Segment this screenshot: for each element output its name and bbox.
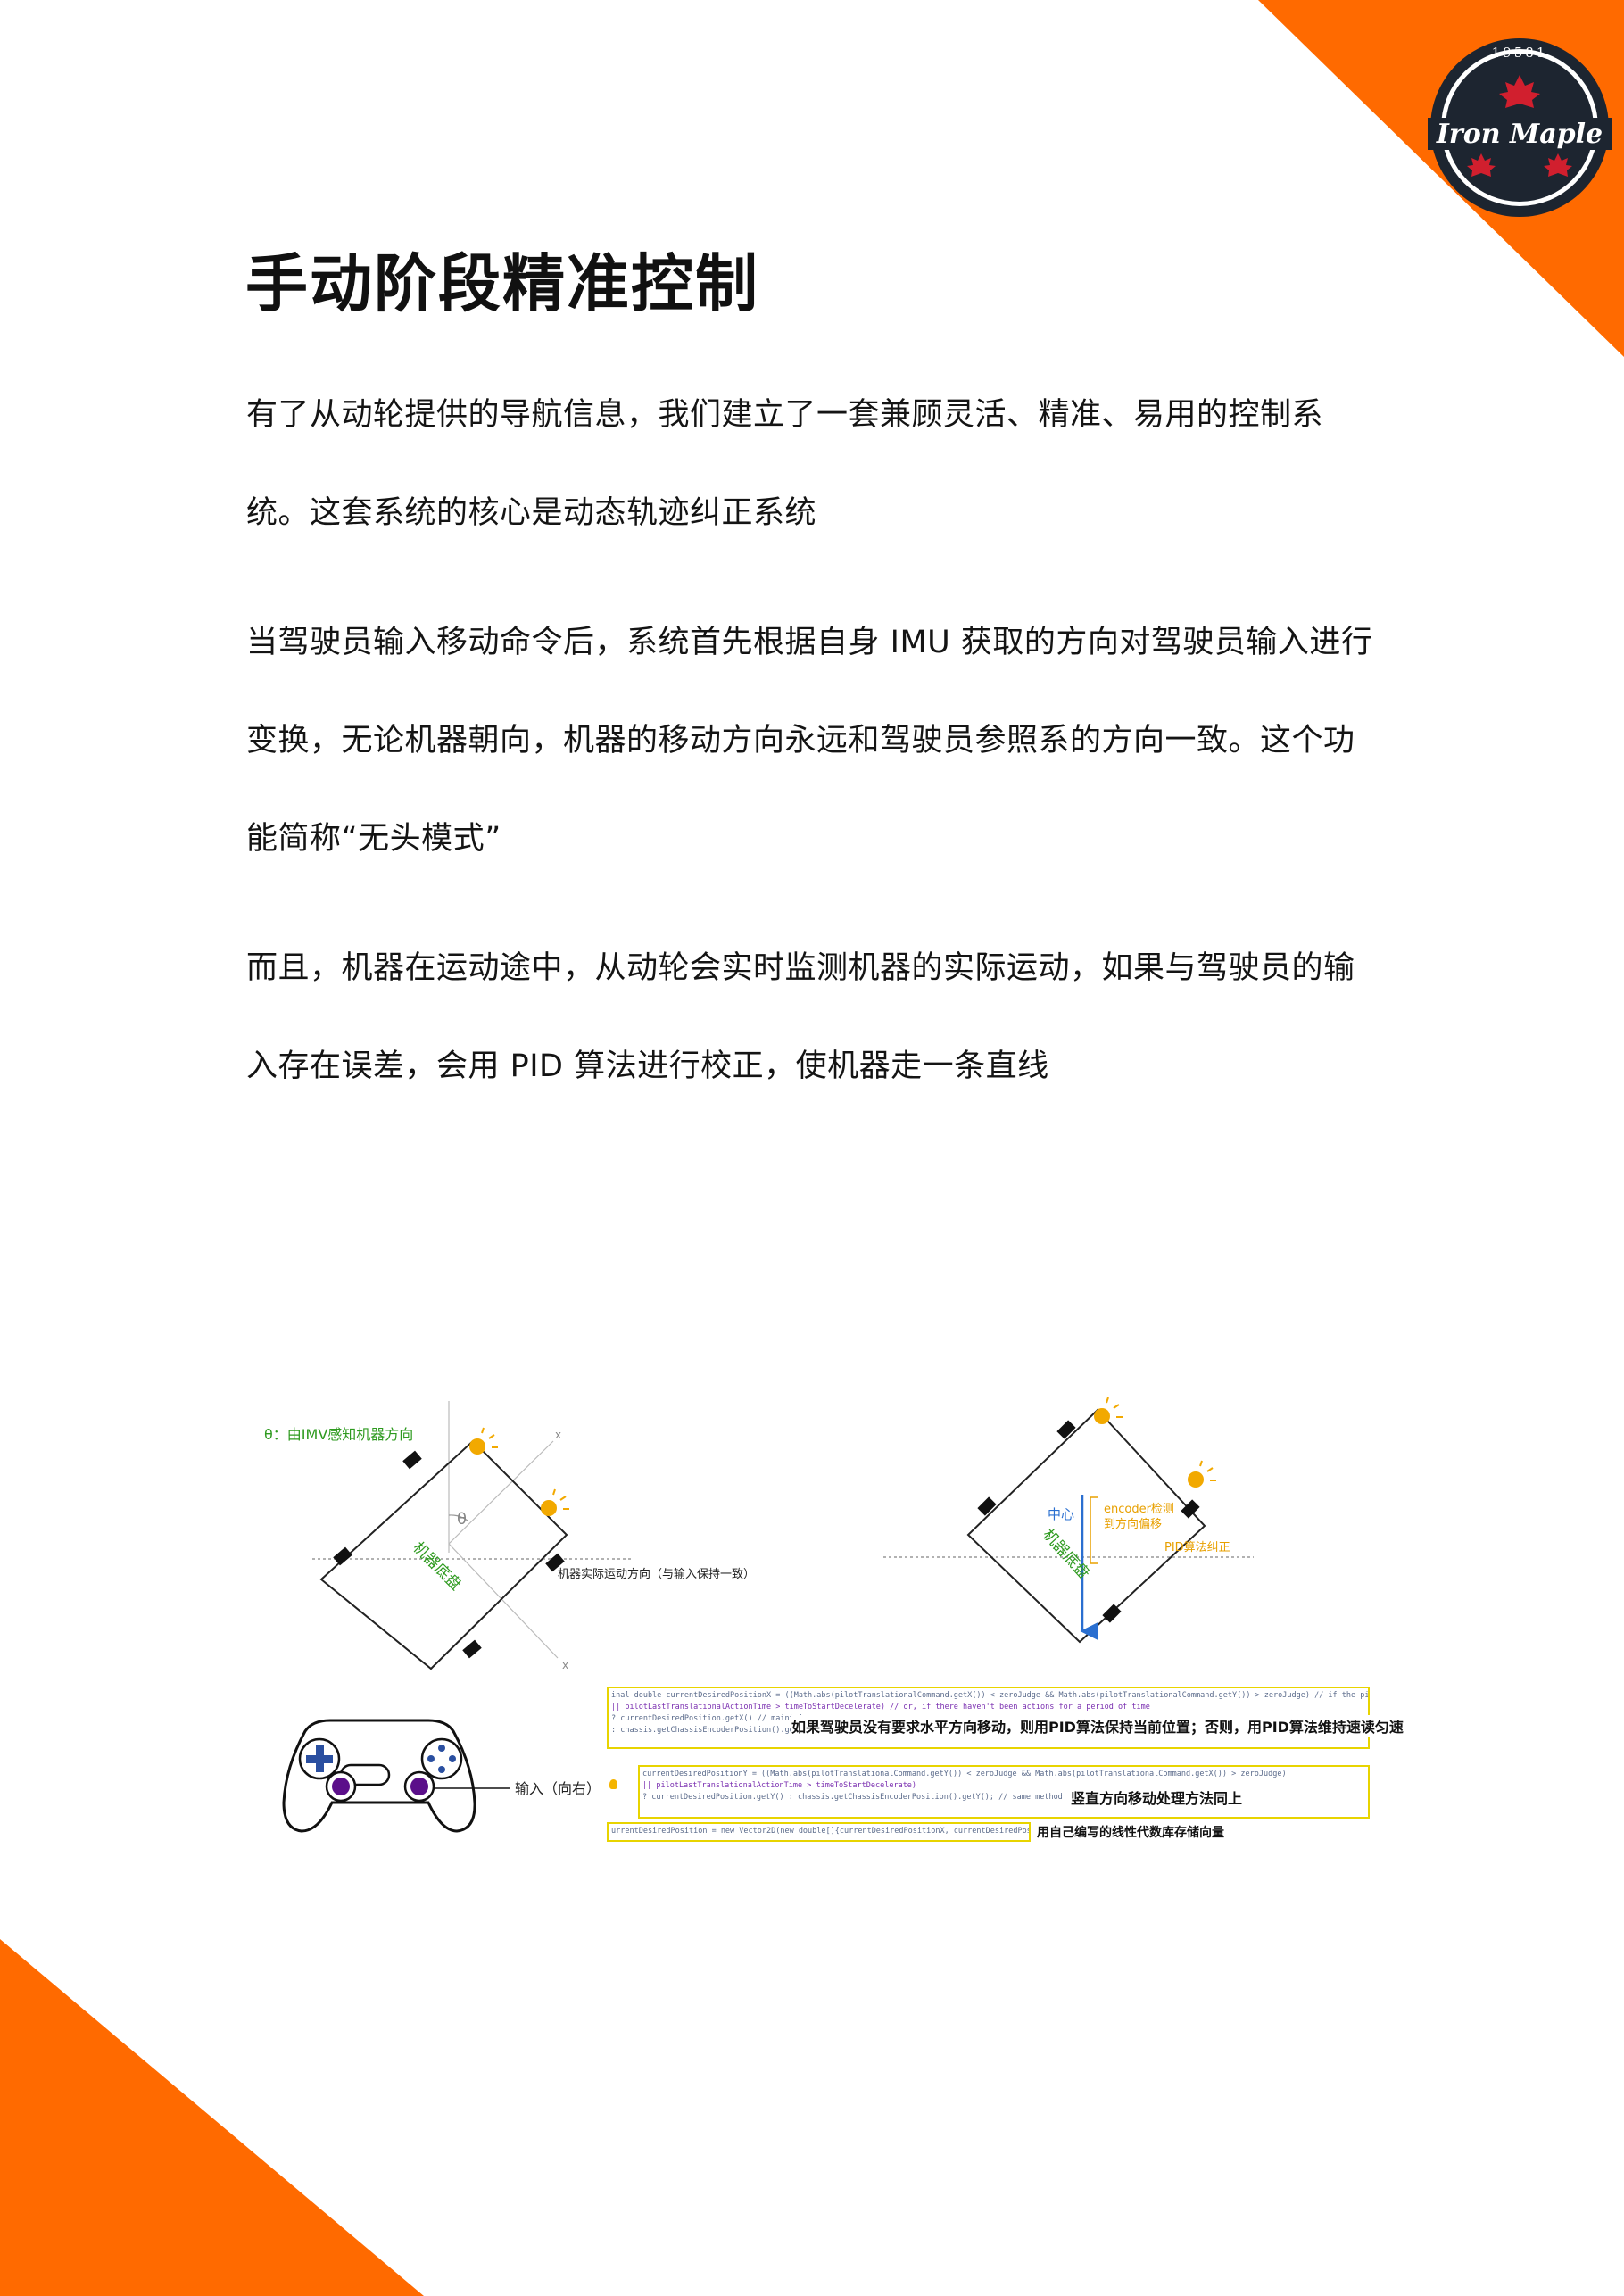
logo-text: Iron Maple (1436, 119, 1603, 150)
logo-number: 19581 (1492, 45, 1548, 61)
wheel-left-4 (462, 1639, 482, 1659)
code-note-horizontal: 如果驾驶员没有要求水平方向移动，则用PID算法保持当前位置；否则，用PID算法维… (791, 1715, 1404, 1737)
corner-decoration-bottom-left (0, 1939, 424, 2296)
axis-x-label-top: x (555, 1429, 561, 1441)
code-note-vector: 用自己编写的线性代数库存储向量 (1037, 1823, 1224, 1841)
code-line: || pilotLastTranslationalActionTime > ti… (642, 1781, 917, 1790)
pid-label: PID算法纠正 (1164, 1541, 1230, 1554)
code-line: currentDesiredPositionY = ((Math.abs(pil… (642, 1770, 1287, 1778)
encoder-label-line1: encoder检测 (1104, 1503, 1174, 1516)
code-snippet-panel: inal double currentDesiredPositionX = ((… (607, 1687, 1404, 1845)
gamepad-icon (282, 1719, 476, 1833)
code-note-vertical: 竖直方向移动处理方法同上 (1071, 1786, 1243, 1808)
sun-marker-left-1 (469, 1427, 498, 1455)
code-block-y: currentDesiredPositionY = ((Math.abs(pil… (638, 1765, 1370, 1819)
paragraph-headless-mode: 当驾驶员输入移动命令后，系统首先根据自身 IMU 获取的方向对驾驶员输入进行变换… (246, 625, 1373, 857)
sun-marker-left-2 (541, 1488, 569, 1516)
wheel-left-1 (402, 1450, 422, 1470)
code-line: || pilotLastTranslationalActionTime > ti… (611, 1703, 1150, 1712)
center-label: 中心 (1048, 1506, 1074, 1522)
paragraph-intro: 有了从动轮提供的导航信息，我们建立了一套兼顾灵活、精准、易用的控制系统。这套系统… (246, 397, 1324, 531)
theta-symbol: θ (457, 1510, 467, 1529)
chassis-right (966, 1408, 1206, 1644)
code-line: inal double currentDesiredPositionX = ((… (611, 1691, 1370, 1700)
iron-maple-logo: 19581 Iron Maple (1428, 38, 1612, 217)
theta-caption: θ：由IMV感知机器方向 (264, 1426, 413, 1443)
code-block-vector: urrentDesiredPosition = new Vector2D(new… (607, 1822, 1031, 1842)
lightbulb-icon (609, 1779, 617, 1789)
code-line: urrentDesiredPosition = new Vector2D(new… (611, 1827, 1031, 1836)
wheel-right-1 (1056, 1420, 1076, 1439)
encoder-label-line2: 到方向偏移 (1104, 1517, 1162, 1531)
chassis-label-right: 机器底盘 (1039, 1526, 1092, 1583)
axis-x-label-bottom: x (562, 1659, 568, 1671)
paragraph-pid-correction: 而且，机器在运动途中，从动轮会实时监测机器的实际运动，如果与驾驶员的输入存在误差… (246, 950, 1355, 1084)
wheel-left-2 (333, 1546, 352, 1566)
input-label: 输入（向右） (515, 1780, 601, 1797)
page-title: 手动阶段精准控制 (245, 247, 759, 320)
wheel-right-2 (977, 1496, 997, 1516)
direction-caption: 机器实际运动方向（与输入保持一致） (558, 1567, 755, 1581)
chassis-left (319, 1439, 568, 1670)
sun-marker-right-2 (1188, 1460, 1216, 1488)
code-line: ? currentDesiredPosition.getY() : chassi… (642, 1793, 1063, 1802)
chassis-label-left: 机器底盘 (409, 1538, 464, 1594)
sun-marker-right-1 (1094, 1397, 1123, 1424)
